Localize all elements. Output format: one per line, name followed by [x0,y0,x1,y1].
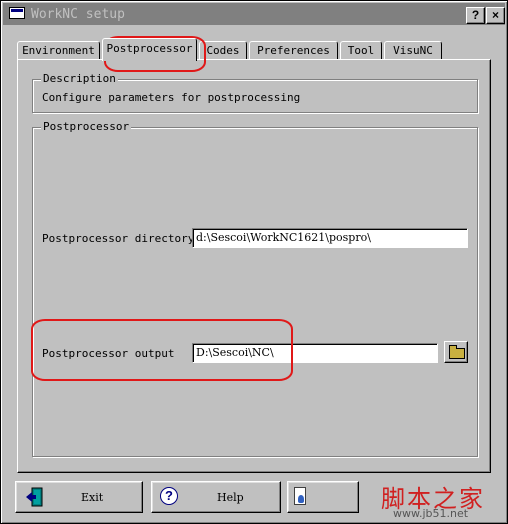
postprocessor-directory-field[interactable]: d:\Sescoi\WorkNC1621\pospro\ [192,228,468,248]
exit-label: Exit [81,491,104,504]
third-button[interactable] [287,481,359,513]
exit-button[interactable]: Exit [15,481,143,513]
setup-dialog: WorkNC setup ? × Environment Postprocess… [0,0,508,524]
context-help-button[interactable]: ? [466,7,485,24]
postprocessor-legend: Postprocessor [41,120,132,133]
document-icon [294,487,306,505]
postprocessor-directory-label: Postprocessor directory [42,232,195,245]
description-text: Configure parameters for postprocessing [42,91,301,104]
red-annotation-output [31,319,293,381]
watermark-url: www.jb51.net [393,507,469,520]
tab-postprocessor[interactable]: Postprocessor [102,38,197,61]
tab-strip: Environment Postprocessor Codes Preferen… [17,38,487,61]
question-icon: ? [160,487,178,505]
tab-preferences[interactable]: Preferences [249,41,338,60]
postprocessor-group: Postprocessor Postprocessor directory d:… [32,120,478,457]
tab-codes[interactable]: Codes [199,41,247,60]
browse-output-button[interactable] [444,341,468,363]
exit-door-icon [26,487,43,507]
tab-tool[interactable]: Tool [340,41,382,60]
help-label: Help [217,491,244,504]
title-bar: WorkNC setup ? × [3,3,505,25]
postprocessor-panel: Description Configure parameters for pos… [17,59,491,473]
tab-environment[interactable]: Environment [17,41,100,60]
description-group: Description Configure parameters for pos… [32,72,478,113]
description-legend: Description [41,72,118,85]
window-title: WorkNC setup [31,7,125,22]
tab-visunc[interactable]: VisuNC [384,41,442,60]
close-button[interactable]: × [486,7,505,24]
window-menu-icon[interactable] [9,7,25,19]
folder-icon [449,345,465,359]
help-button[interactable]: ? Help [151,481,281,513]
